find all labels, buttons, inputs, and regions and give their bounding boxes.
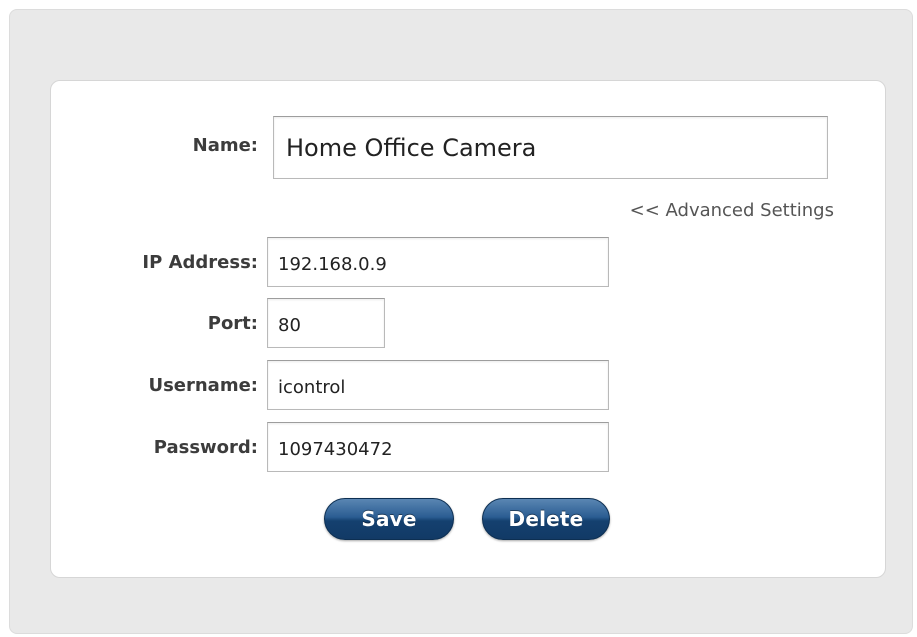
username-field[interactable] [267, 360, 609, 410]
ip-address-field[interactable] [267, 237, 609, 287]
port-label: Port: [207, 313, 258, 334]
name-field[interactable] [273, 116, 828, 179]
delete-button[interactable]: Delete [482, 498, 610, 540]
save-button[interactable]: Save [324, 498, 454, 540]
username-label: Username: [148, 375, 258, 396]
password-label: Password: [153, 437, 258, 458]
advanced-settings-link[interactable]: << Advanced Settings [562, 200, 834, 221]
port-field[interactable] [267, 298, 385, 348]
name-label: Name: [192, 135, 258, 156]
password-field[interactable] [267, 422, 609, 472]
ip-address-label: IP Address: [142, 252, 258, 273]
